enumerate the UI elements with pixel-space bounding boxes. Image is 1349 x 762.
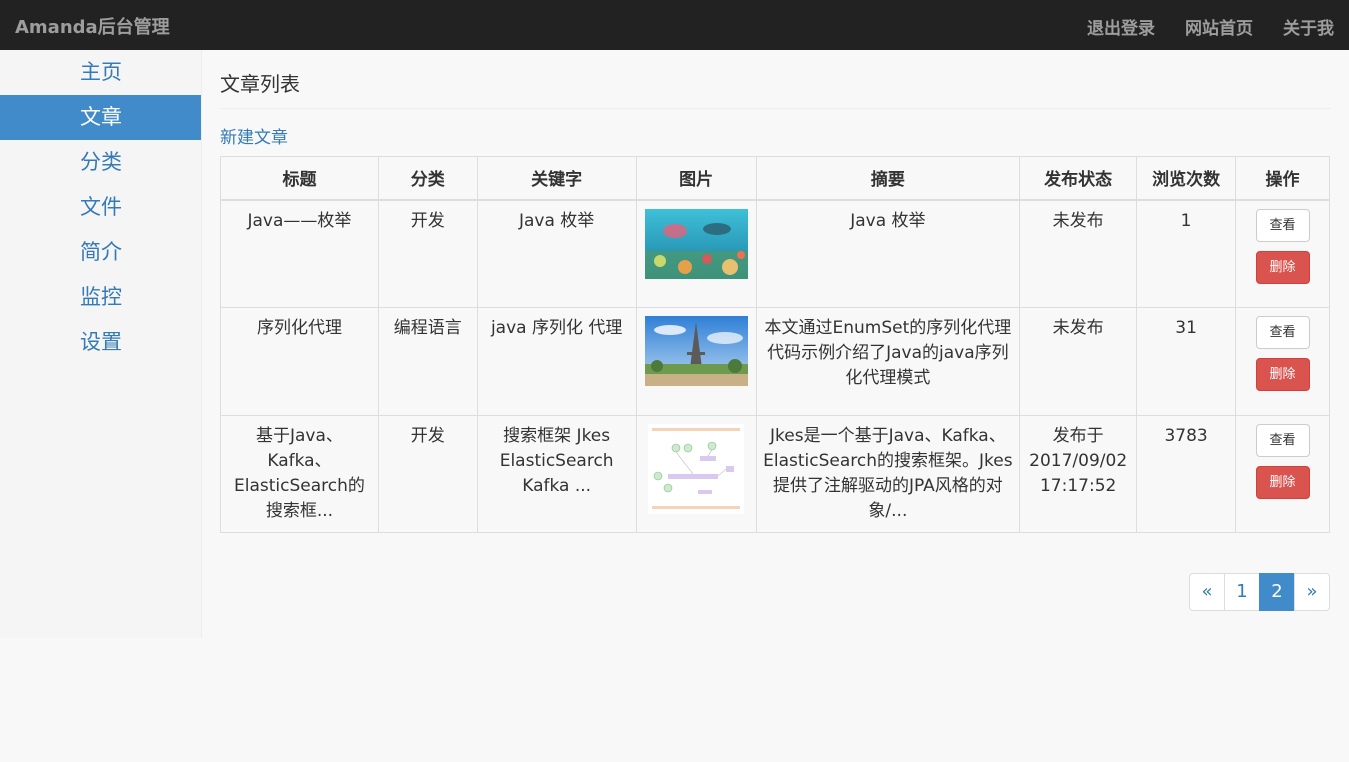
table-row: 基于Java、Kafka、ElasticSearch的搜索框... 开发 搜索框…: [220, 415, 1330, 533]
sidebar-item-monitor[interactable]: 监控: [0, 275, 201, 320]
cell-title: Java——枚举: [220, 199, 379, 308]
sidebar-item-profile[interactable]: 简介: [0, 230, 201, 275]
pagination-page-1[interactable]: 1: [1224, 573, 1260, 611]
cell-status: 未发布: [1019, 199, 1138, 308]
architecture-diagram-image: [648, 424, 745, 514]
cell-title: 基于Java、Kafka、ElasticSearch的搜索框...: [220, 415, 379, 533]
header-summary: 摘要: [755, 156, 1021, 201]
cell-status: 未发布: [1019, 307, 1138, 416]
cell-keywords: Java 枚举: [476, 199, 637, 308]
cell-actions: 查看 删除: [1235, 415, 1330, 533]
sidebar-item-categories[interactable]: 分类: [0, 140, 201, 185]
brand-logo[interactable]: Amanda后台管理: [15, 13, 170, 39]
new-article-link[interactable]: 新建文章: [220, 123, 288, 148]
header-status: 发布状态: [1019, 156, 1138, 201]
sidebar-item-articles[interactable]: 文章: [0, 95, 201, 140]
eiffel-tower-image: [644, 316, 748, 386]
cell-summary: Java 枚举: [755, 199, 1021, 308]
delete-button[interactable]: 删除: [1255, 466, 1310, 499]
pagination-page-2[interactable]: 2: [1259, 573, 1295, 611]
cell-status: 发布于 2017/09/02 17:17:52: [1019, 415, 1138, 533]
cell-image: [635, 199, 757, 308]
delete-button[interactable]: 删除: [1255, 250, 1310, 284]
cell-actions: 查看 删除: [1235, 307, 1330, 416]
cell-category: 开发: [377, 415, 478, 533]
cell-title: 序列化代理: [220, 307, 379, 416]
cell-image: [635, 307, 757, 416]
cell-category: 编程语言: [377, 307, 478, 416]
cell-keywords: java 序列化 代理: [476, 307, 637, 416]
cell-image: [635, 415, 757, 533]
pagination-prev[interactable]: «: [1189, 573, 1225, 611]
header-category: 分类: [377, 156, 478, 201]
header-title: 标题: [220, 156, 379, 201]
header-image: 图片: [635, 156, 757, 201]
cell-actions: 查看 删除: [1235, 199, 1330, 308]
header-actions: 操作: [1235, 156, 1330, 201]
header-keywords: 关键字: [476, 156, 637, 201]
pagination-next[interactable]: »: [1294, 573, 1330, 611]
pagination: « 1 2 »: [1189, 573, 1330, 611]
view-button[interactable]: 查看: [1255, 424, 1310, 457]
view-button[interactable]: 查看: [1255, 316, 1310, 349]
table-row: 序列化代理 编程语言 java 序列化 代理 本文通过EnumSet的序列化代理…: [220, 307, 1330, 416]
sidebar-item-files[interactable]: 文件: [0, 185, 201, 230]
top-navbar: Amanda后台管理 退出登录 网站首页 关于我: [0, 0, 1349, 50]
view-button[interactable]: 查看: [1255, 208, 1310, 242]
sidebar-item-settings[interactable]: 设置: [0, 320, 201, 365]
sidebar: 主页 文章 分类 文件 简介 监控 设置: [0, 50, 202, 638]
main-content: 文章列表 新建文章 标题 分类 关键字 图片 摘要 发布状态 浏览次数 操作 J…: [220, 50, 1331, 611]
cell-summary: Jkes是一个基于Java、Kafka、ElasticSearch的搜索框架。J…: [755, 415, 1021, 533]
header-views: 浏览次数: [1136, 156, 1237, 201]
about-me-link[interactable]: 关于我: [1283, 14, 1334, 39]
logout-link[interactable]: 退出登录: [1087, 14, 1155, 39]
delete-button[interactable]: 删除: [1255, 358, 1310, 391]
table-header-row: 标题 分类 关键字 图片 摘要 发布状态 浏览次数 操作: [220, 156, 1330, 201]
cell-views: 1: [1136, 199, 1237, 308]
cell-keywords: 搜索框架 Jkes ElasticSearch Kafka ...: [476, 415, 637, 533]
cell-summary: 本文通过EnumSet的序列化代理代码示例介绍了Java的java序列化代理模式: [755, 307, 1021, 416]
cell-views: 3783: [1136, 415, 1237, 533]
page-title: 文章列表: [220, 50, 1331, 109]
site-home-link[interactable]: 网站首页: [1185, 14, 1253, 39]
table-row: Java——枚举 开发 Java 枚举 Java 枚举 未发布 1 查看 删除: [220, 199, 1330, 308]
underwater-coral-image: [644, 208, 748, 279]
sidebar-item-home[interactable]: 主页: [0, 50, 201, 95]
cell-category: 开发: [377, 199, 478, 308]
cell-views: 31: [1136, 307, 1237, 416]
articles-table: 标题 分类 关键字 图片 摘要 发布状态 浏览次数 操作 Java——枚举 开发…: [220, 156, 1330, 533]
navbar-links: 退出登录 网站首页 关于我: [1087, 14, 1334, 39]
